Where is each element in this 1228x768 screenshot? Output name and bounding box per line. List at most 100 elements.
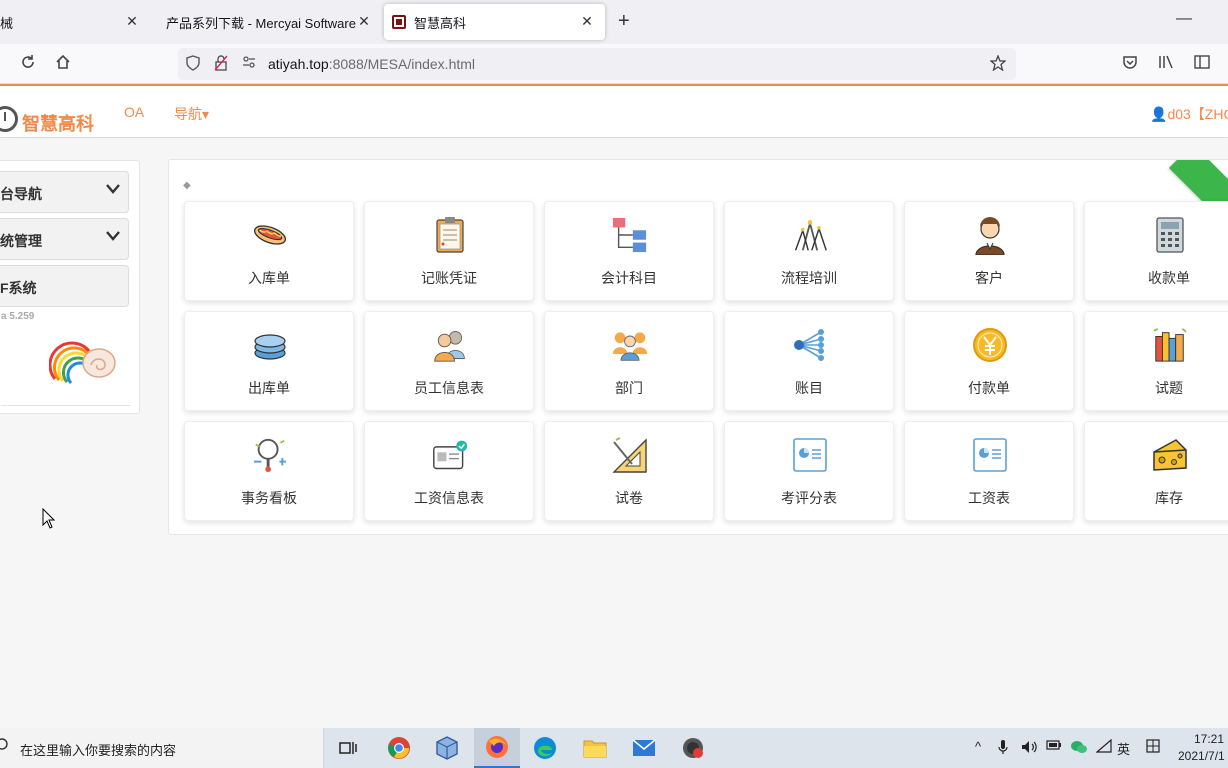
menu-oa[interactable]: OA xyxy=(124,104,144,120)
tile-salary-info[interactable]: 工资信息表 xyxy=(364,421,534,521)
file-explorer-icon[interactable] xyxy=(572,728,618,768)
app-grid-panel: ◆ 收 入库单 记账凭证 会计科目 流程培训 客户 收款单 xyxy=(168,159,1228,535)
chrome-icon[interactable] xyxy=(376,728,422,768)
sidebar-toggle-icon[interactable] xyxy=(1194,54,1210,75)
user-icon: 👤 xyxy=(1150,106,1168,122)
task-view-icon[interactable] xyxy=(325,728,371,768)
tile-exam-questions[interactable]: 试题 xyxy=(1084,311,1228,411)
tile-customer[interactable]: 客户 xyxy=(904,201,1074,301)
shield-icon[interactable] xyxy=(186,55,200,74)
insecure-lock-icon[interactable] xyxy=(214,55,228,74)
tile-employee-info[interactable]: 员工信息表 xyxy=(364,311,534,411)
new-tab-button[interactable]: + xyxy=(618,10,630,33)
battery-icon[interactable] xyxy=(1046,739,1062,754)
tile-department[interactable]: 部门 xyxy=(544,311,714,411)
url-text: atiyah.top:8088/MESA/index.html xyxy=(268,56,475,72)
left-sidebar: 台导航 统管理 F系统 a 5.259 xyxy=(0,160,140,414)
report-card-icon xyxy=(792,436,828,474)
tile-evaluation-sheet[interactable]: 考评分表 xyxy=(724,421,894,521)
browser-tab-strip: 械 ✕ 产品系列下载 - Mercyai Software ✕ 智慧高科 ✕ +… xyxy=(0,0,1228,44)
clock-logo-icon xyxy=(0,106,18,132)
wechat-icon[interactable] xyxy=(1070,739,1088,758)
report-card-icon xyxy=(972,436,1008,474)
browser-tab-active[interactable]: 智慧高科 ✕ xyxy=(384,4,605,40)
show-hidden-icons-icon[interactable]: ^ xyxy=(975,739,981,754)
sidebar-item-label: 统管理 xyxy=(0,233,42,249)
tile-voucher[interactable]: 记账凭证 xyxy=(364,201,534,301)
app-header: 智慧高科 OA 导航▾ 👤d03【ZHC xyxy=(0,84,1228,138)
reload-icon[interactable] xyxy=(20,54,36,75)
menu-navigation-dropdown[interactable]: 导航▾ xyxy=(174,104,209,124)
tile-accounting-subjects[interactable]: 会计科目 xyxy=(544,201,714,301)
home-icon[interactable] xyxy=(55,54,71,75)
tile-salary-sheet[interactable]: 工资表 xyxy=(904,421,1074,521)
tile-payment[interactable]: 付款单 xyxy=(904,311,1074,411)
pocket-icon[interactable] xyxy=(1122,54,1138,75)
app-logo-text[interactable]: 智慧高科 xyxy=(22,110,94,136)
tile-label: 部门 xyxy=(615,380,643,396)
firefox-icon[interactable] xyxy=(474,728,520,768)
tile-label: 流程培训 xyxy=(781,270,837,286)
volume-icon[interactable] xyxy=(1020,739,1038,758)
minimize-window-button[interactable]: — xyxy=(1176,10,1192,28)
sausage-icon xyxy=(252,216,288,254)
close-icon[interactable]: ✕ xyxy=(124,13,140,30)
sidebar-item-label: 台导航 xyxy=(0,186,42,202)
edge-icon[interactable] xyxy=(522,728,568,768)
tile-stock-out[interactable]: 出库单 xyxy=(184,311,354,411)
tile-label: 事务看板 xyxy=(241,490,297,506)
ruler-triangle-icon xyxy=(612,436,648,474)
taskbar-search[interactable]: 在这里输入你要搜索的内容 xyxy=(0,728,324,768)
browser-tab[interactable]: 产品系列下载 - Mercyai Software ✕ xyxy=(166,0,382,44)
close-icon[interactable]: ✕ xyxy=(579,13,595,30)
tile-process-training[interactable]: 流程培训 xyxy=(724,201,894,301)
tile-label: 收款单 xyxy=(1148,270,1190,286)
tile-label: 试卷 xyxy=(615,490,643,506)
microphone-icon[interactable] xyxy=(998,739,1008,758)
chevron-down-icon xyxy=(106,228,120,244)
id-card-icon xyxy=(432,436,468,474)
mouse-cursor-icon xyxy=(42,508,56,529)
tab-title: 智慧高科 xyxy=(414,15,467,31)
tile-label: 工资表 xyxy=(968,490,1010,506)
network-icon[interactable] xyxy=(1095,738,1112,756)
url-host: atiyah.top xyxy=(268,56,329,72)
tile-exam-paper[interactable]: 试卷 xyxy=(544,421,714,521)
tile-task-board[interactable]: 事务看板 xyxy=(184,421,354,521)
chevron-down-icon xyxy=(106,181,120,197)
people-icon xyxy=(432,326,468,364)
tile-accounts[interactable]: 账目 xyxy=(724,311,894,411)
tile-label: 试题 xyxy=(1155,380,1183,396)
version-text: a 5.259 xyxy=(1,311,35,322)
tile-inventory[interactable]: 库存 xyxy=(1084,421,1228,521)
mail-icon[interactable] xyxy=(621,728,667,768)
tile-receipt[interactable]: 收款单 xyxy=(1084,201,1228,301)
sidebar-item-navigation[interactable]: 台导航 xyxy=(0,171,129,213)
close-icon[interactable]: ✕ xyxy=(356,13,372,30)
rainbow-cloud-logo-icon xyxy=(49,341,116,384)
sidebar-item-system[interactable]: F系统 xyxy=(0,265,129,307)
address-bar[interactable]: atiyah.top:8088/MESA/index.html xyxy=(178,48,1016,80)
clipboard-icon xyxy=(432,216,468,254)
tile-stock-in[interactable]: 入库单 xyxy=(184,201,354,301)
permissions-icon[interactable] xyxy=(242,55,256,72)
site-favicon-icon xyxy=(392,15,406,29)
sidebar-item-system-management[interactable]: 统管理 xyxy=(0,218,129,260)
user-name: d03【ZHC xyxy=(1167,106,1228,122)
browser-tab[interactable]: 械 ✕ xyxy=(0,0,150,44)
tree-chart-icon xyxy=(612,216,648,254)
bookmark-star-icon[interactable] xyxy=(989,54,1007,74)
virtualbox-icon[interactable] xyxy=(424,728,470,768)
input-method-indicator[interactable]: 英 xyxy=(1117,739,1130,758)
tile-label: 账目 xyxy=(795,380,823,396)
yen-coin-icon xyxy=(972,326,1008,364)
screen-recorder-icon[interactable] xyxy=(670,728,716,768)
system-clock[interactable]: 17:21 2021/7/1 xyxy=(1178,731,1228,765)
tile-label: 员工信息表 xyxy=(414,380,484,396)
user-menu[interactable]: 👤d03【ZHC xyxy=(1150,104,1228,124)
library-icon[interactable] xyxy=(1158,54,1174,75)
tile-label: 工资信息表 xyxy=(414,490,484,506)
keyboard-layout-icon[interactable] xyxy=(1146,739,1160,756)
sidebar-item-label: F系统 xyxy=(0,280,37,296)
tile-label: 会计科目 xyxy=(601,270,657,286)
